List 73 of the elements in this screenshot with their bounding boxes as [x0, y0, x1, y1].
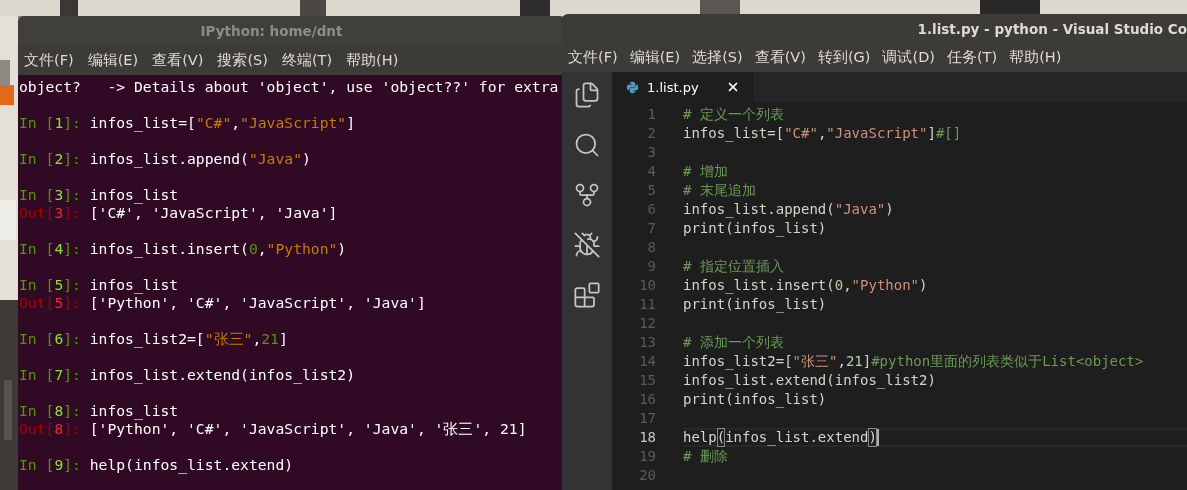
menu-item[interactable]: 查看(V)	[754, 46, 806, 69]
line-number: 10	[638, 276, 656, 295]
line-number: 7	[646, 219, 656, 238]
code-line: infos_list=["C#","JavaScript"]#[]	[683, 124, 963, 143]
line-number: 12	[638, 314, 656, 333]
window-title: 1.list.py - python - Visual Studio Co	[916, 20, 1187, 37]
menu-item[interactable]: 调试(D)	[882, 46, 935, 69]
menu-item[interactable]: 选择(S)	[692, 46, 743, 69]
menu-item[interactable]: 终端(T)	[281, 49, 333, 72]
menu-item[interactable]: 查看(V)	[152, 49, 204, 72]
code-line: infos_list2=["张三",21]#python里面的列表类似于List<object>	[683, 352, 1145, 371]
bug-off-icon[interactable]	[573, 231, 601, 259]
line-number: 4	[646, 162, 656, 181]
line-number: 6	[646, 200, 656, 219]
line-number: 5	[646, 181, 656, 200]
window-title: IPython: home/dnt	[200, 23, 344, 39]
line-number: 8	[646, 238, 656, 257]
line-number: 1	[646, 105, 656, 124]
close-icon[interactable]	[726, 80, 740, 94]
output-line: Out[5]: ['Python', 'C#', 'JavaScript', 'Java']	[19, 294, 427, 312]
output-line: Out[8]: ['Python', 'C#', 'JavaScript', 'Java', '张三', 21]	[19, 420, 528, 438]
code-line: infos_list.extend(infos_list2)	[683, 371, 937, 390]
line-number: 17	[638, 409, 656, 428]
menu-item[interactable]: 编辑(E)	[87, 49, 139, 72]
line-number: 11	[638, 295, 656, 314]
code-line: # 指定位置插入	[683, 257, 785, 276]
menu-item[interactable]: 帮助(H)	[346, 49, 399, 72]
output-line: Out[3]: ['C#', 'JavaScript', 'Java']	[19, 204, 339, 222]
input-line: In [5]: infos_list	[19, 276, 180, 294]
line-number: 16	[638, 390, 656, 409]
input-line: In [4]: infos_list.insert(0,"Python")	[19, 240, 348, 258]
code-line: print(infos_list)	[683, 219, 828, 238]
code-line: print(infos_list)	[683, 295, 828, 314]
line-number: 14	[638, 352, 656, 371]
menu-item[interactable]: 转到(G)	[817, 46, 871, 69]
line-number: 13	[638, 333, 656, 352]
code-line: infos_list.append("Java")	[683, 200, 895, 219]
menu-item[interactable]: 文件(F)	[24, 49, 74, 72]
menu-item[interactable]: 搜索(S)	[217, 49, 268, 72]
line-number: 2	[646, 124, 656, 143]
files-icon[interactable]	[573, 81, 601, 109]
code-line: infos_list.insert(0,"Python")	[683, 276, 929, 295]
code-line: # 删除	[683, 447, 729, 466]
line-number: 3	[646, 143, 656, 162]
current-line: help(infos_list.extend)	[683, 428, 1187, 447]
input-line: In [1]: infos_list=["C#","JavaScript"]	[19, 114, 357, 132]
editor-tab[interactable]: 1.list.py	[612, 72, 754, 102]
python-icon	[626, 80, 639, 94]
menu-item[interactable]: 任务(T)	[946, 46, 998, 69]
code-line: # 增加	[683, 162, 729, 181]
search-icon[interactable]	[573, 131, 601, 159]
input-line: In [7]: infos_list.extend(infos_list2)	[19, 366, 357, 384]
input-line: In [2]: infos_list.append("Java")	[19, 150, 312, 168]
menu-item[interactable]: 帮助(H)	[1009, 46, 1062, 69]
line-number: 9	[646, 257, 656, 276]
code-line: # 定义一个列表	[683, 105, 785, 124]
input-line: In [6]: infos_list2=["张三",21]	[19, 330, 289, 348]
input-line: In [9]: help(infos_list.extend)	[19, 456, 295, 474]
branch-icon[interactable]	[573, 181, 601, 209]
menu-item[interactable]: 编辑(E)	[629, 46, 681, 69]
line-number: 15	[638, 371, 656, 390]
menu-item[interactable]: 文件(F)	[568, 46, 618, 69]
code-line: print(infos_list)	[683, 390, 828, 409]
input-line: In [3]: infos_list	[19, 186, 180, 204]
code-line: # 末尾追加	[683, 181, 757, 200]
code-line: # 添加一个列表	[683, 333, 785, 352]
line-number: 19	[638, 447, 656, 466]
console-line: object? -> Details about 'object', use 'object??' for extra	[19, 78, 560, 96]
line-number: 20	[638, 466, 656, 485]
input-line: In [8]: infos_list	[19, 402, 180, 420]
text-cursor	[876, 429, 879, 446]
line-number: 18	[638, 428, 656, 447]
blocks-icon[interactable]	[573, 281, 601, 309]
